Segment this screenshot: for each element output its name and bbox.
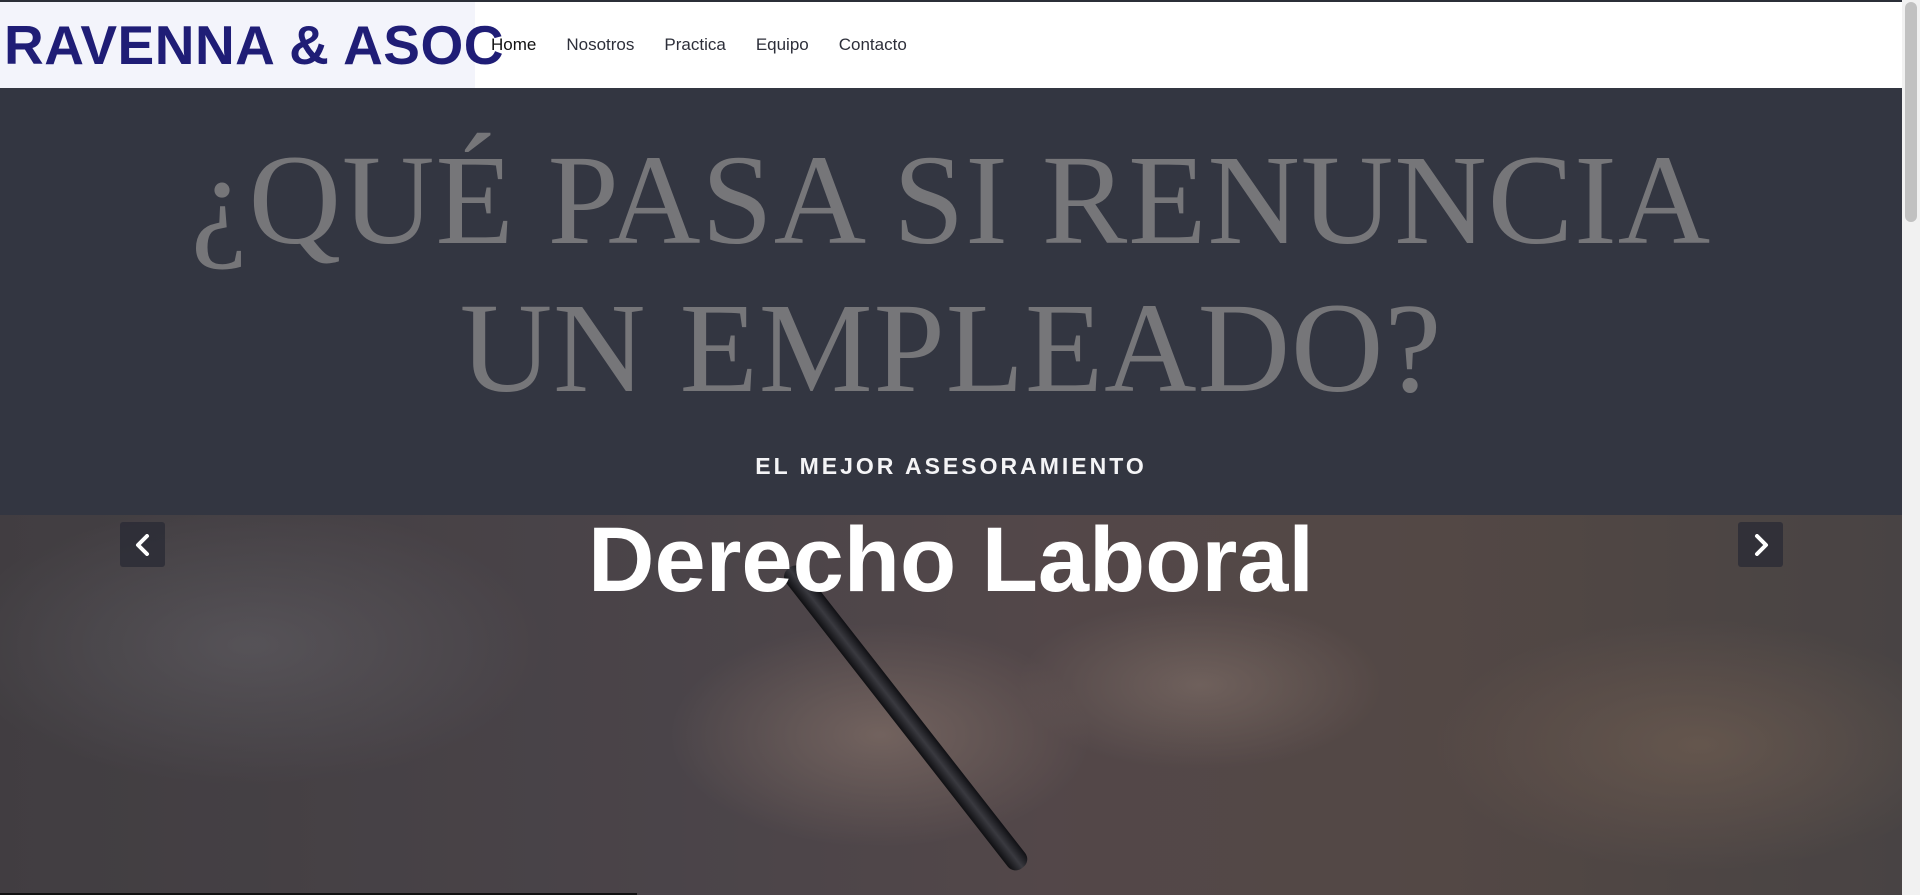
slider-prev-button[interactable] xyxy=(120,522,165,567)
scrollbar-thumb[interactable] xyxy=(1905,2,1917,222)
nav-item-practica[interactable]: Practica xyxy=(664,35,725,55)
slider-next-button[interactable] xyxy=(1738,522,1783,567)
nav-item-contacto[interactable]: Contacto xyxy=(839,35,907,55)
chevron-right-icon xyxy=(1754,533,1768,556)
nav-item-nosotros[interactable]: Nosotros xyxy=(566,35,634,55)
hero-image-text-line2: UN EMPLEADO? xyxy=(459,277,1443,419)
hero-image-text: ¿QUÉ PASA SI RENUNCIA UN EMPLEADO? xyxy=(0,126,1902,422)
main-nav: Home Nosotros Practica Equipo Contacto xyxy=(491,2,937,88)
hero-title: Derecho Laboral xyxy=(588,509,1314,611)
hero-image-banner: ¿QUÉ PASA SI RENUNCIA UN EMPLEADO? EL ME… xyxy=(0,88,1902,515)
hero-kicker: EL MEJOR ASESORAMIENTO xyxy=(755,453,1147,479)
site-header: RAVENNA & ASOC Home Nosotros Practica Eq… xyxy=(0,2,1902,88)
nav-item-equipo[interactable]: Equipo xyxy=(756,35,809,55)
chevron-left-icon xyxy=(135,533,149,556)
scrollbar[interactable] xyxy=(1902,0,1920,895)
hero-slider: ¿QUÉ PASA SI RENUNCIA UN EMPLEADO? EL ME… xyxy=(0,88,1902,895)
nav-item-home[interactable]: Home xyxy=(491,35,536,55)
logo-text: RAVENNA & ASOC xyxy=(4,14,504,76)
hero-image-text-line1: ¿QUÉ PASA SI RENUNCIA xyxy=(190,129,1712,271)
logo[interactable]: RAVENNA & ASOC xyxy=(0,2,504,88)
